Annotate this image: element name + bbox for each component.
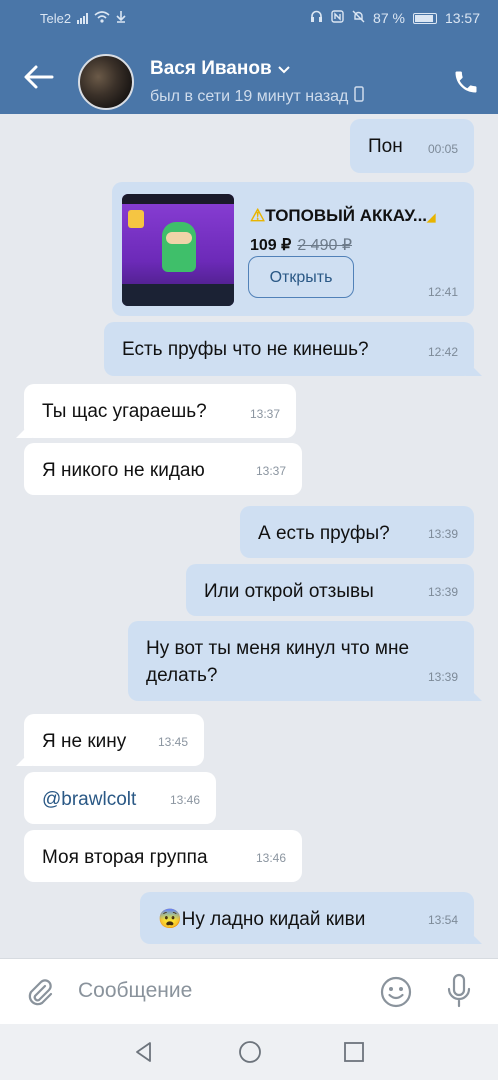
open-button[interactable]: Открыть xyxy=(248,256,354,298)
nav-recents-icon[interactable] xyxy=(342,1040,366,1064)
mobile-device-icon xyxy=(354,86,365,107)
message-text: Ну ладно кидай киви xyxy=(181,909,366,930)
message-incoming[interactable]: Моя вторая группа 13:46 xyxy=(24,830,302,882)
message-incoming[interactable]: Я не кину 13:45 xyxy=(16,714,204,766)
message-incoming[interactable]: Я никого не кидаю 13:37 xyxy=(24,443,302,495)
message-outgoing[interactable]: Или открой отзывы 13:39 xyxy=(186,564,474,616)
message-time: 13:39 xyxy=(427,527,458,541)
message-time: 00:05 xyxy=(427,142,458,156)
avatar[interactable] xyxy=(78,54,134,110)
product-image[interactable] xyxy=(122,194,234,306)
message-list[interactable]: Пон 00:05 ⚠ТОПОВЫЙ АККАУ...◢ 109 ₽ 2 490 … xyxy=(0,114,498,958)
paperclip-icon[interactable] xyxy=(26,977,54,1007)
message-text: Ты щас угараешь? xyxy=(42,401,207,422)
clock: 13:57 xyxy=(444,10,480,26)
nfc-icon xyxy=(331,10,344,26)
message-text: Я никого не кидаю xyxy=(42,460,205,481)
message-time: 12:42 xyxy=(427,345,458,359)
message-outgoing[interactable]: Есть пруфы что не кинешь? 12:42 xyxy=(104,322,482,376)
message-time: 13:37 xyxy=(249,407,280,421)
nav-back-icon[interactable] xyxy=(132,1040,156,1064)
message-text: Или открой отзывы xyxy=(204,581,374,602)
message-text: Моя вторая группа xyxy=(42,847,208,868)
product-title: ⚠ТОПОВЫЙ АККАУ...◢ xyxy=(250,202,435,232)
wifi-icon xyxy=(94,11,110,26)
last-seen-text: был в сети 19 минут назад xyxy=(150,87,349,105)
message-outgoing[interactable]: Пон 00:05 xyxy=(350,119,474,173)
product-price: 109 ₽ 2 490 ₽ xyxy=(250,232,352,259)
message-time: 12:41 xyxy=(427,285,458,299)
message-text: Ну вот ты меня кинул что мне делать? xyxy=(146,638,410,686)
fearful-face-icon: 😨 xyxy=(158,909,182,930)
message-outgoing[interactable]: А есть пруфы? 13:39 xyxy=(240,506,474,558)
smiley-icon[interactable] xyxy=(380,976,412,1008)
warning-icon: ⚠ xyxy=(250,206,266,225)
back-arrow-icon[interactable] xyxy=(22,64,56,90)
message-outgoing[interactable]: Ну вот ты меня кинул что мне делать? 13:… xyxy=(128,621,482,701)
microphone-icon[interactable] xyxy=(446,973,472,1009)
message-outgoing[interactable]: 😨Ну ладно кидай киви 13:54 xyxy=(140,892,482,944)
status-bar: Tele2 87 % 13:57 xyxy=(0,0,498,36)
contact-name[interactable]: Вася Иванов xyxy=(150,58,290,80)
system-navigation-bar xyxy=(0,1024,498,1080)
product-title-text: ТОПОВЫЙ АККАУ... xyxy=(265,206,428,225)
last-seen-status: был в сети 19 минут назад xyxy=(150,86,365,107)
message-time: 13:39 xyxy=(427,585,458,599)
message-time: 13:46 xyxy=(255,851,286,865)
message-time: 13:54 xyxy=(427,913,458,927)
headset-icon xyxy=(310,10,323,26)
message-time: 13:46 xyxy=(169,793,200,807)
signal-icon xyxy=(77,13,89,24)
message-product-card[interactable]: ⚠ТОПОВЫЙ АККАУ...◢ 109 ₽2 490 ₽ Открыть … xyxy=(112,182,474,316)
battery-icon xyxy=(412,12,437,24)
message-time: 13:37 xyxy=(255,464,286,478)
message-input[interactable]: Сообщение xyxy=(78,979,192,1003)
nav-home-icon[interactable] xyxy=(238,1040,262,1064)
message-incoming[interactable]: @brawlcolt 13:46 xyxy=(24,772,216,824)
chevron-down-icon xyxy=(277,58,290,80)
battery-percent: 87 % xyxy=(373,10,405,26)
phone-call-icon[interactable] xyxy=(452,68,480,96)
contact-name-text: Вася Иванов xyxy=(150,58,272,79)
message-text: Пон xyxy=(368,136,403,157)
price-old: 2 490 ₽ xyxy=(297,237,352,254)
carrier-label: Tele2 xyxy=(40,11,72,26)
mute-icon xyxy=(352,10,365,26)
message-time: 13:39 xyxy=(427,670,458,684)
download-icon xyxy=(116,11,126,26)
chat-header: Вася Иванов был в сети 19 минут назад xyxy=(0,36,498,114)
message-text: Есть пруфы что не кинешь? xyxy=(122,339,369,360)
price-current: 109 ₽ xyxy=(250,237,292,254)
message-text: А есть пруфы? xyxy=(258,523,390,544)
message-composer: Сообщение xyxy=(0,958,498,1024)
message-time: 13:45 xyxy=(157,735,188,749)
message-text: Я не кину xyxy=(42,731,127,752)
message-incoming[interactable]: Ты щас угараешь? 13:37 xyxy=(16,384,296,438)
mention-link[interactable]: @brawlcolt xyxy=(42,789,136,810)
warning-small-icon: ◢ xyxy=(427,212,436,224)
